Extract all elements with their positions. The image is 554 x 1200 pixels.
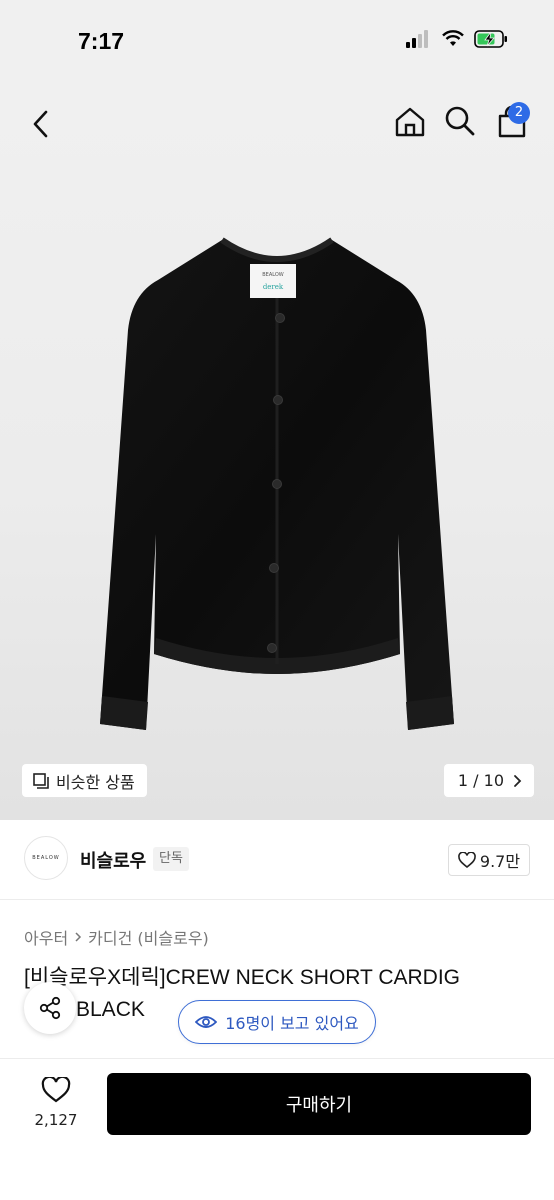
wishlist-button[interactable]: 2,127	[30, 1075, 82, 1129]
brand-like-button[interactable]: 9.7만	[448, 844, 530, 876]
viewers-pill: 16명이 보고 있어요	[178, 1000, 376, 1044]
chevron-right-icon	[75, 932, 82, 942]
wifi-icon	[442, 30, 464, 46]
heart-icon	[458, 852, 476, 868]
share-button[interactable]	[24, 982, 76, 1034]
search-icon[interactable]	[443, 104, 477, 138]
image-pager[interactable]: 1 / 10	[443, 764, 534, 797]
bottom-action-bar: 2,127 구매하기	[0, 1058, 554, 1200]
eye-icon	[195, 1016, 218, 1028]
signal-icon	[406, 30, 428, 48]
status-time: 7:17	[78, 28, 125, 54]
cardigan-image: BEALOW derek	[100, 237, 454, 730]
breadcrumb-item[interactable]: 아우터	[24, 925, 68, 949]
share-icon	[39, 996, 61, 1020]
breadcrumb-item[interactable]: 카디건 (비슬로우)	[88, 925, 209, 949]
brand-logo[interactable]: BEALOW	[24, 836, 68, 880]
rating-row-peek	[24, 1050, 174, 1058]
status-icons	[406, 30, 508, 48]
viewers-text: 16명이 보고 있어요	[225, 1014, 359, 1033]
buy-button[interactable]: 구매하기	[107, 1073, 531, 1135]
similar-products-button[interactable]: 비슷한 상품	[22, 764, 147, 797]
wishlist-count: 2,127	[34, 1111, 78, 1129]
brand-like-count: 9.7만	[479, 852, 521, 871]
product-title: [비슬로우X데릭]CREW NECK SHORT CARDIG	[24, 966, 461, 989]
label-collab-text: derek	[263, 283, 284, 291]
cart-badge: 2	[508, 102, 530, 124]
label-brand-text: BEALOW	[262, 272, 284, 278]
product-title-line2-text: BLACK	[76, 998, 145, 1021]
battery-charging-icon	[474, 30, 507, 48]
breadcrumb: 아우터 카디건 (비슬로우)	[24, 925, 209, 949]
product-image-area[interactable]: 2 BEALOW derek 비슷한 상품 1 / 10	[0, 84, 554, 820]
brand-name[interactable]: 비슬로우	[80, 847, 146, 873]
chevron-right-icon	[514, 774, 522, 787]
pager-text: 1 / 10	[457, 771, 504, 790]
back-icon[interactable]	[26, 106, 56, 142]
status-bar: 7:17	[0, 0, 554, 84]
brand-row[interactable]: BEALOW 비슬로우 단독 9.7만	[0, 820, 554, 900]
similar-icon	[33, 772, 49, 789]
heart-icon	[41, 1075, 71, 1103]
similar-products-label: 비슷한 상품	[56, 772, 135, 792]
home-icon[interactable]	[392, 104, 428, 140]
exclusive-badge: 단독	[153, 847, 189, 871]
